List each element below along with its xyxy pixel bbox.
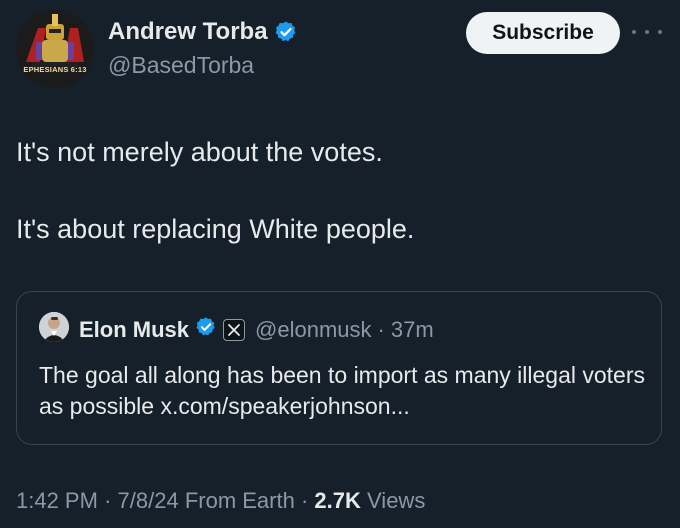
quoted-tweet-card[interactable]: Elon Musk @elonmusk · 37m The goal all a… xyxy=(16,291,662,445)
more-dot xyxy=(645,30,649,34)
author-handle[interactable]: @BasedTorba xyxy=(108,52,254,79)
separator-dot: · xyxy=(104,488,112,513)
avatar-caption: EPHESIANS 6:13 xyxy=(23,65,87,74)
armored-figure-icon xyxy=(16,10,94,88)
quoted-tweet-time[interactable]: 37m xyxy=(391,317,434,343)
quoted-tweet-header: Elon Musk @elonmusk · 37m xyxy=(79,316,434,343)
tweet-source: From Earth xyxy=(184,488,295,513)
author-avatar[interactable]: EPHESIANS 6:13 xyxy=(16,10,94,88)
more-dot xyxy=(632,30,636,34)
person-avatar-icon xyxy=(39,312,69,342)
more-options-icon[interactable] xyxy=(632,24,662,40)
quoted-tweet-text: The goal all along has been to import as… xyxy=(39,362,646,419)
quoted-author-avatar[interactable] xyxy=(39,312,69,342)
verified-badge-icon xyxy=(195,316,217,343)
views-label: Views xyxy=(367,488,426,513)
tweet-date[interactable]: 7/8/24 xyxy=(118,488,179,513)
more-dot xyxy=(658,30,662,34)
quoted-author-name[interactable]: Elon Musk xyxy=(79,317,189,343)
separator-dot: · xyxy=(300,488,309,513)
tweet-text-line: It's not merely about the votes. xyxy=(16,137,383,167)
tweet-meta: 1:42 PM · 7/8/24 From Earth · 2.7K Views xyxy=(16,488,425,514)
tweet-time[interactable]: 1:42 PM xyxy=(16,488,98,513)
verified-badge-icon xyxy=(274,20,298,44)
quoted-author-handle[interactable]: @elonmusk xyxy=(255,317,372,343)
author-name-row: Andrew Torba xyxy=(108,18,298,46)
separator-dot: · xyxy=(377,316,385,342)
subscribe-button[interactable]: Subscribe xyxy=(466,12,620,54)
author-name[interactable]: Andrew Torba xyxy=(108,18,268,46)
tweet-text-line: It's about replacing White people. xyxy=(16,214,415,244)
views-count: 2.7K xyxy=(314,488,361,513)
x-affiliation-icon xyxy=(223,318,246,341)
